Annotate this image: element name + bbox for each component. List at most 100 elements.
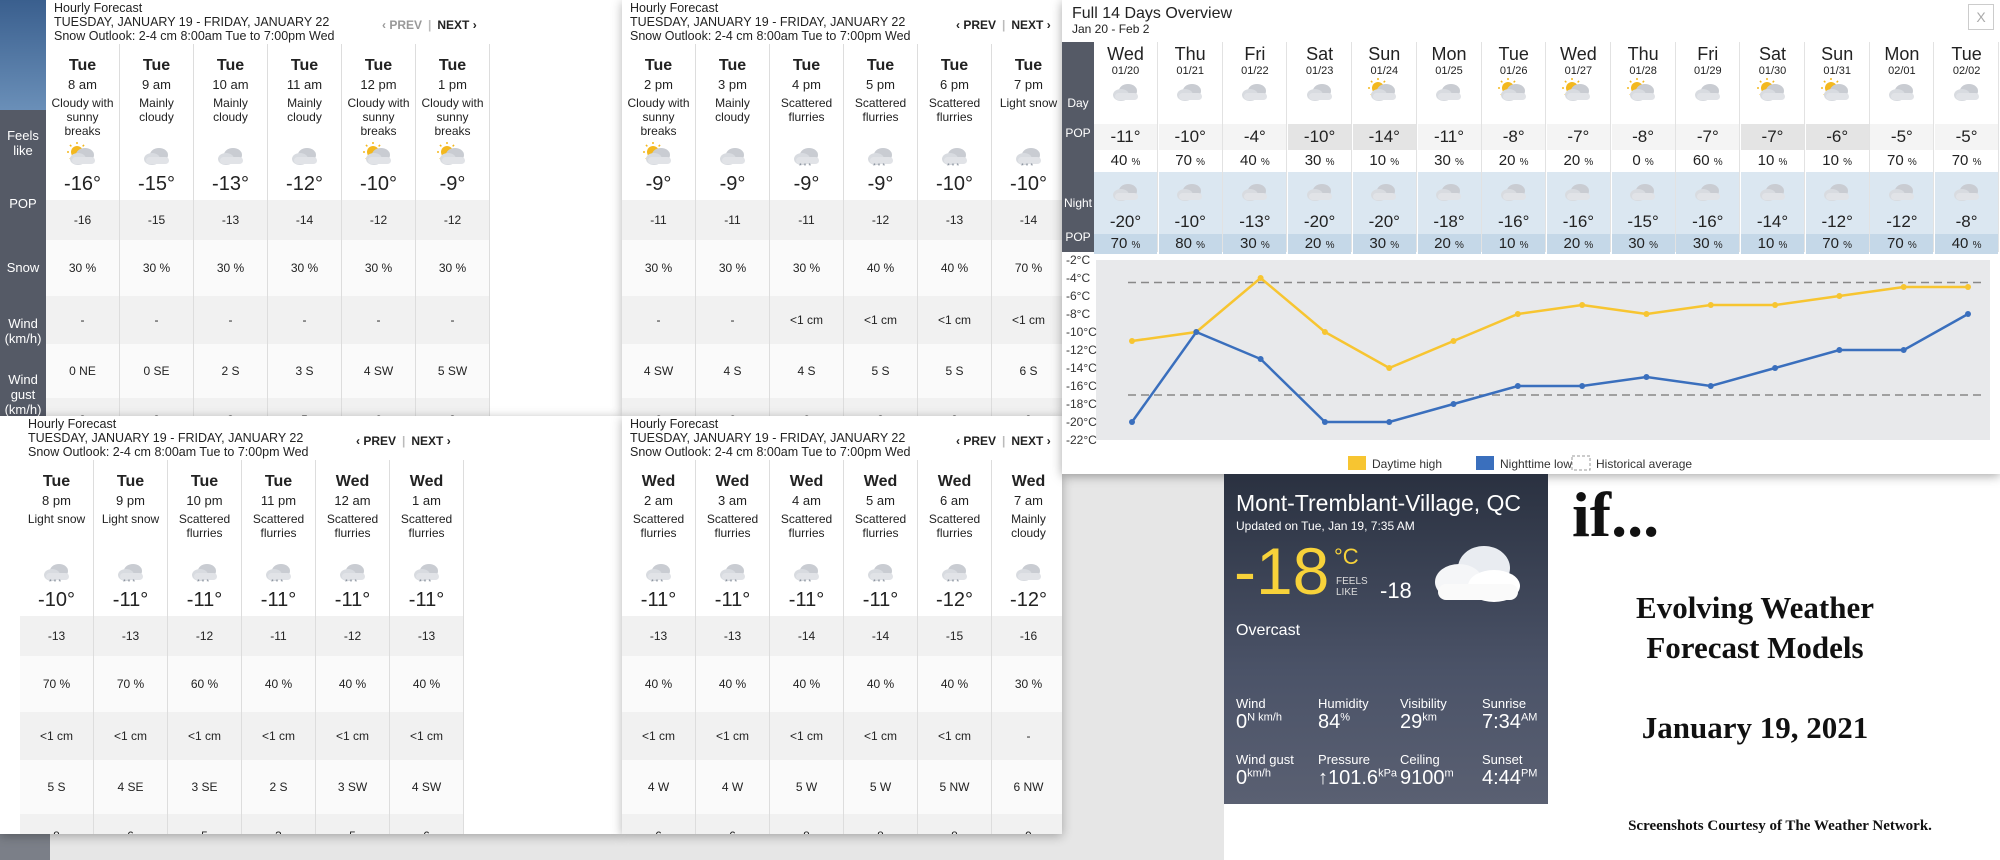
pct-sign: % (1390, 240, 1400, 251)
snow-cloud-icon: * * * (992, 141, 1062, 170)
chart-y-tick: -16°C (1066, 379, 1097, 393)
cloud-cloud-icon (194, 141, 267, 169)
overview-day-column: Sun 01/24 -14° 10 % -20° 30 % (1352, 42, 1417, 254)
data-point (1129, 338, 1135, 344)
next-button[interactable]: NEXT › (411, 434, 450, 448)
hour-feels: -13 (94, 616, 168, 656)
hour-condition: Scattered flurries (400, 512, 453, 540)
hourly-panel-1: Feels like POP Snow Wind (km/h) Wind gust (k… (0, 0, 622, 416)
overview-date: 01/24 (1370, 65, 1399, 77)
hour-feels: -12 (844, 200, 918, 240)
hour-feels: -13 (390, 616, 464, 656)
next-button[interactable]: NEXT › (1011, 18, 1050, 32)
prev-button[interactable]: ‹ PREV (956, 434, 996, 448)
hour-wind: 4 W (696, 760, 770, 814)
data-point (1579, 302, 1586, 308)
overview-day-column: Wed 01/27 -7° 20 % -16° 20 % (1546, 42, 1611, 254)
overview-night-pop: 70 % (1805, 234, 1869, 254)
hour-snow: - (120, 296, 194, 344)
hour-snow: <1 cm (622, 712, 696, 760)
data-point (1193, 329, 1200, 335)
sun-cloud-icon (46, 141, 119, 169)
overview-night-pop: 20 % (1288, 234, 1352, 254)
night-cloud-icon (1870, 172, 1934, 210)
hour-snow: <1 cm (20, 712, 94, 760)
night-cloud-icon (1935, 172, 1999, 210)
hour-feels: -13 (20, 616, 94, 656)
day-sun-icon (1806, 77, 1869, 110)
hour-day: Wed (335, 473, 370, 490)
hour-temp: -9° (439, 173, 466, 195)
hour-time: 7 am (1014, 493, 1043, 508)
condition-text: Overcast (1236, 622, 1301, 639)
chart-y-tick: -4°C (1066, 271, 1090, 285)
prev-button[interactable]: ‹ PREV (356, 434, 396, 448)
data-point (1257, 356, 1264, 362)
night-cloud-icon (1805, 172, 1869, 210)
overview-title: Full 14 Days Overview (1072, 5, 1233, 22)
label-night: Night (1063, 196, 1092, 210)
overview-night-pop: 30 % (1352, 234, 1416, 254)
overview-low: -20° (1352, 210, 1416, 234)
hour-feels: -12 (168, 616, 242, 656)
close-button[interactable]: X (1968, 4, 1994, 30)
hour-gust: 6 (696, 814, 770, 834)
legend-label: Daytime high (1372, 457, 1442, 471)
stat-value: 84% (1318, 711, 1351, 733)
chart-y-tick: -2°C (1066, 253, 1090, 267)
overview-day-column: Tue 02/02 -5° 70 % -8° 40 % (1935, 42, 2000, 254)
nav-separator: | (402, 434, 406, 448)
stat-label: Ceiling (1400, 752, 1440, 767)
overview-day-pop: 0 % (1611, 150, 1675, 172)
hour-pop: 30 % (622, 240, 696, 296)
snow-outlook: Snow Outlook: 2-4 cm 8:00am Tue to 7:00p… (630, 445, 911, 459)
hour-wind: 0 NE (46, 344, 120, 398)
overview-night-pop: 80 % (1158, 234, 1222, 254)
legend-label: Historical average (1596, 457, 1692, 471)
prev-button[interactable]: ‹ PREV (956, 18, 996, 32)
overview-low: -15° (1611, 210, 1675, 234)
hourly-panel-2: Hourly Forecast TUESDAY, JANUARY 19 - FRI… (622, 0, 1062, 416)
overview-day-column: Tue 01/26 -8° 20 % -16° 10 % (1482, 42, 1547, 254)
hour-snow: <1 cm (696, 712, 770, 760)
hour-temp: -12° (286, 173, 323, 195)
pct-sign: % (1454, 240, 1464, 251)
hour-snow: - (416, 296, 490, 344)
next-button[interactable]: NEXT › (437, 18, 476, 32)
data-point (1129, 419, 1135, 425)
stat-label: Sunset (1482, 752, 1523, 767)
hour-temp: -10° (1010, 173, 1047, 195)
next-button[interactable]: NEXT › (1011, 434, 1050, 448)
hour-wind: 5 SW (416, 344, 490, 398)
overview-day-name: Thu (1627, 44, 1659, 64)
overview-date: 01/25 (1435, 65, 1463, 77)
snow-cloud-icon: * * * (696, 557, 769, 586)
prev-button[interactable]: ‹ PREV (382, 18, 422, 32)
chart-y-tick: -10°C (1066, 325, 1097, 339)
overview-day-name: Mon (1884, 44, 1920, 64)
hour-temp: -11° (640, 589, 677, 611)
overview-night-pop: 10 % (1741, 234, 1804, 254)
stat-unit: km (1422, 711, 1437, 724)
pct-sign: % (1713, 157, 1723, 168)
svg-text:* * *: * * * (799, 579, 811, 585)
data-point (1900, 347, 1907, 353)
overcast-cloud-icon (1435, 546, 1520, 602)
pct-sign: % (1907, 240, 1917, 251)
hour-snow: <1 cm (918, 296, 992, 344)
hour-gust: 5 (168, 814, 242, 834)
overview-day-column: Fri 01/29 -7° 60 % -16° 30 % (1676, 42, 1741, 254)
hour-feels: -13 (622, 616, 696, 656)
stat-value: ↑101.6kPa (1318, 767, 1398, 789)
hour-pop: 40 % (390, 656, 464, 712)
snow-cloud-icon: * * * (168, 557, 241, 586)
hour-temp: -10° (936, 173, 973, 195)
day-cloud-icon (1935, 77, 1998, 110)
overview-day-pop: 70 % (1935, 150, 1999, 172)
overview-high: -5° (1870, 124, 1934, 150)
overview-low: -18° (1417, 210, 1481, 234)
hour-time: 1 am (412, 493, 441, 508)
data-point (1965, 311, 1971, 317)
data-point (1707, 302, 1714, 308)
hour-feels: -16 (992, 616, 1062, 656)
